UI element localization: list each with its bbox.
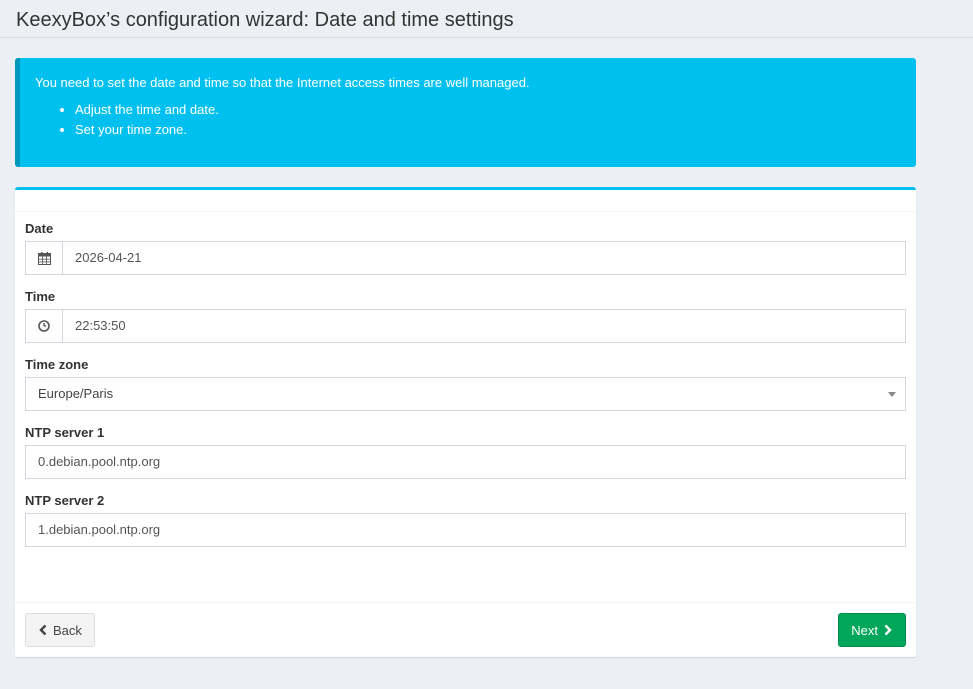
calendar-icon [25, 241, 62, 275]
chevron-left-icon [39, 624, 47, 636]
time-group: Time 22:53:50 [25, 290, 906, 343]
back-label: Back [53, 622, 82, 638]
info-callout: You need to set the date and time so tha… [15, 58, 916, 167]
next-button[interactable]: Next [838, 613, 906, 647]
box-header [15, 190, 916, 212]
time-label: Time [25, 289, 56, 304]
callout-list: Adjust the time and date. Set your time … [35, 100, 901, 140]
ntp2-input[interactable]: 1.debian.pool.ntp.org [25, 513, 906, 547]
ntp1-group: NTP server 1 0.debian.pool.ntp.org [25, 426, 906, 479]
ntp1-input[interactable]: 0.debian.pool.ntp.org [25, 445, 906, 479]
next-label: Next [851, 622, 878, 638]
clock-icon [25, 309, 62, 343]
callout-item: Adjust the time and date. [75, 100, 901, 120]
date-input-group: 2026-04-21 [25, 241, 906, 275]
timezone-value: Europe/Paris [38, 386, 114, 401]
chevron-right-icon [884, 624, 892, 636]
callout-item: Set your time zone. [75, 120, 901, 140]
time-input[interactable]: 22:53:50 [62, 309, 906, 343]
callout-text: You need to set the date and time so tha… [35, 75, 530, 90]
page-header: KeexyBox’s configuration wizard: Date an… [0, 0, 973, 38]
page-title: KeexyBox’s configuration wizard: Date an… [16, 9, 514, 31]
settings-box: Date 2026-04-21 Time 22:53:50 Time zone … [15, 187, 916, 657]
ntp2-group: NTP server 2 1.debian.pool.ntp.org [25, 494, 906, 547]
timezone-group: Time zone Europe/Paris [25, 358, 906, 411]
box-footer: Back Next [15, 602, 916, 657]
time-input-group: 22:53:50 [25, 309, 906, 343]
date-input[interactable]: 2026-04-21 [62, 241, 906, 275]
caret-down-icon [888, 392, 896, 397]
ntp1-label: NTP server 1 [25, 425, 105, 440]
box-body: Date 2026-04-21 Time 22:53:50 Time zone … [15, 212, 916, 547]
date-label: Date [25, 221, 54, 236]
ntp2-label: NTP server 2 [25, 493, 105, 508]
back-button[interactable]: Back [25, 613, 95, 647]
date-group: Date 2026-04-21 [25, 222, 906, 275]
timezone-label: Time zone [25, 357, 89, 372]
timezone-select[interactable]: Europe/Paris [25, 377, 906, 411]
